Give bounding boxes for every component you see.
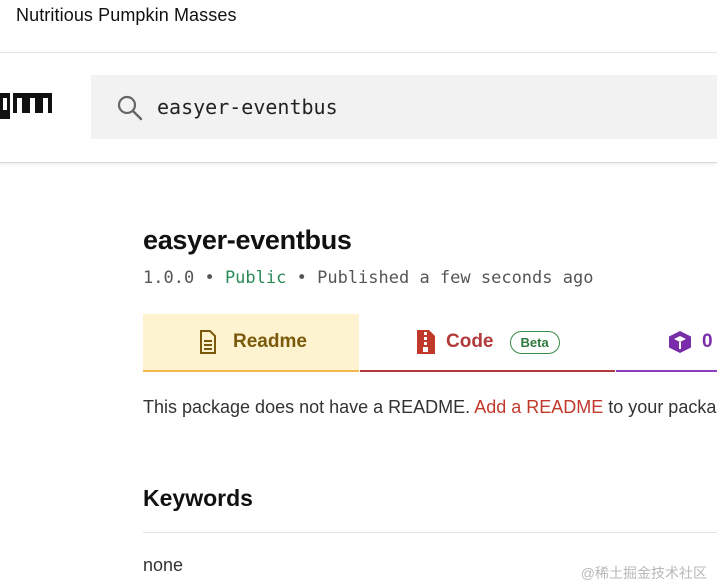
keywords-heading: Keywords — [143, 485, 253, 511]
document-icon — [200, 330, 216, 354]
add-readme-link[interactable]: Add a README — [474, 397, 603, 417]
package-tabs: Readme Code Beta 0 — [143, 314, 717, 372]
readme-message: This package does not have a README. Add… — [143, 397, 717, 418]
tab-readme[interactable]: Readme — [143, 314, 359, 372]
search-icon — [117, 95, 143, 121]
meta-separator: • — [204, 268, 215, 288]
package-meta: 1.0.0 • Public • Published a few seconds… — [143, 268, 593, 288]
tab-dependencies-label: 0 — [702, 331, 713, 352]
zip-file-icon — [417, 330, 435, 354]
top-banner: Nutritious Pumpkin Masses — [0, 0, 717, 53]
search-box[interactable] — [91, 75, 717, 139]
cube-icon — [669, 331, 691, 353]
search-input[interactable] — [157, 93, 697, 121]
tab-code-label: Code — [446, 331, 494, 352]
package-version: 1.0.0 — [143, 268, 195, 288]
tab-code[interactable]: Code Beta — [360, 314, 615, 372]
tab-readme-label: Readme — [233, 331, 307, 352]
package-visibility: Public — [224, 268, 287, 288]
npm-logo[interactable] — [0, 93, 52, 119]
readme-message-prefix: This package does not have a README. — [143, 397, 471, 417]
tab-dependencies[interactable]: 0 — [616, 314, 717, 372]
keywords-divider — [143, 532, 717, 533]
watermark: @稀土掘金技术社区 — [580, 565, 707, 581]
beta-badge: Beta — [509, 330, 560, 354]
package-published: Published a few seconds ago — [317, 268, 594, 288]
keywords-value: none — [143, 555, 184, 575]
banner-title: Nutritious Pumpkin Masses — [16, 5, 237, 25]
package-title: easyer-eventbus — [143, 225, 352, 255]
meta-separator: • — [296, 268, 307, 288]
site-header — [0, 53, 717, 163]
readme-message-suffix: to your package — [608, 397, 717, 417]
page: Nutritious Pumpkin Masses easyer-eventbu… — [0, 0, 717, 587]
